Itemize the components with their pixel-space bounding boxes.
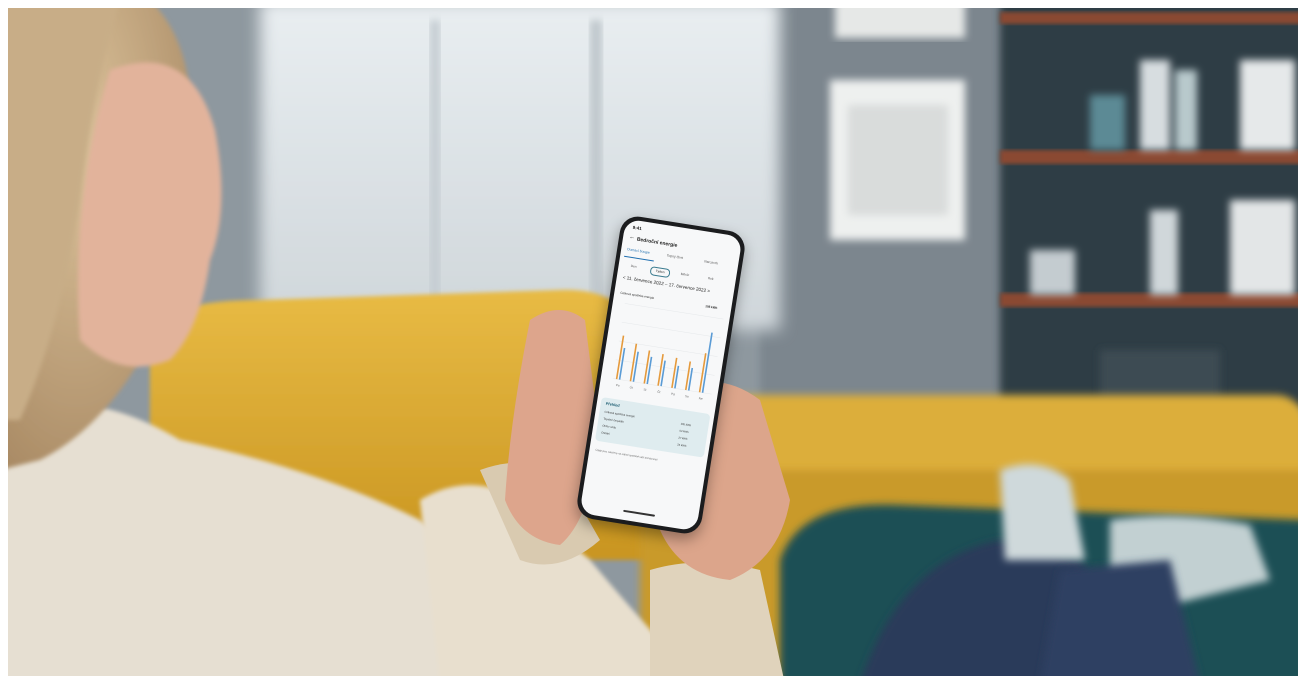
chart-bar	[671, 357, 678, 388]
x-tick-label: So	[685, 394, 690, 399]
gridline	[618, 340, 718, 357]
x-tick-label: Pá	[671, 392, 676, 397]
screen-title: Bedroční energie	[636, 236, 678, 249]
summary-row-label: Celková spotřeba energie	[604, 410, 635, 419]
x-tick-label: Ne	[699, 396, 704, 401]
chart-bar	[632, 351, 639, 382]
x-tick-label: Čt	[657, 389, 661, 394]
total-value: 105 kWh	[705, 304, 718, 310]
living-room-scene: 9:41 ← Bedroční energie Domácí boogie To…	[0, 0, 1306, 684]
energy-bar-chart: Po Út St Čt Pá So Ne	[612, 303, 724, 401]
gridline	[621, 322, 721, 339]
status-time: 9:41	[632, 224, 643, 232]
summary-row-label: Ostatní	[600, 431, 611, 436]
period-month[interactable]: Měsíc	[675, 270, 694, 280]
tab-home[interactable]: Domácí boogie	[627, 247, 650, 255]
summary-row-value: 54 kWh	[679, 429, 689, 434]
summary-row-value: 105 kWh	[680, 422, 692, 428]
active-tab-indicator	[624, 255, 654, 262]
x-tick-label: St	[643, 387, 647, 391]
period-week[interactable]: Týden	[649, 266, 671, 279]
footnote: Údaje jsou založeny na reálné spotřebě v…	[595, 448, 658, 462]
summary-row-value: 24 kWh	[677, 443, 687, 448]
back-arrow-icon[interactable]: ←	[629, 234, 636, 241]
home-indicator[interactable]	[623, 509, 656, 517]
chart-bar	[701, 332, 713, 393]
summary-row-label: Ohřev vody	[602, 424, 617, 430]
period-day[interactable]: Den	[624, 262, 643, 272]
x-tick-label: Po	[616, 383, 621, 388]
tab-heating[interactable]: Topný čtvrt	[666, 253, 683, 260]
x-tick-label: Út	[629, 384, 633, 389]
summary-row-value: 27 kWh	[678, 436, 688, 441]
summary-card: Přehled Celková spotřeba energie 105 kWh…	[594, 397, 711, 458]
tab-other[interactable]: Nerozvrh	[704, 259, 718, 265]
summary-title: Přehled	[605, 401, 620, 408]
date-range[interactable]: < 11. července 2022 – 17. července 2022 …	[622, 275, 710, 294]
summary-row-label: Tepelné čerpadlo	[603, 417, 624, 424]
period-year[interactable]: Rok	[701, 274, 720, 284]
